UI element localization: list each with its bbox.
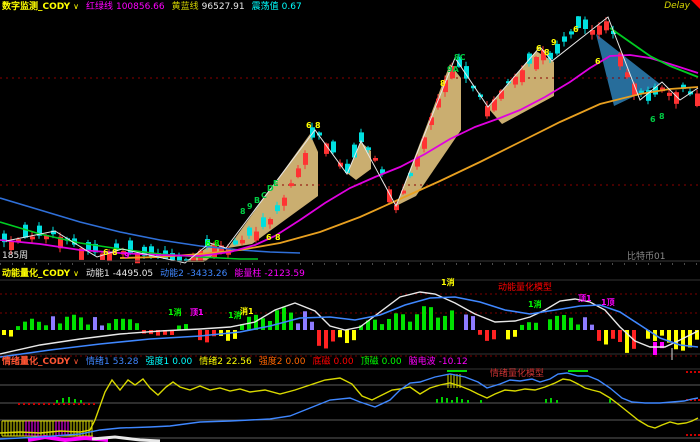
indicator-field: 脑电波-10.12 <box>409 356 468 368</box>
momentum-indicator-values: 动能1-4495.05 动能2-3433.26 能量柱-2123.59 <box>86 268 305 280</box>
trading-app-window: 数字监测_CODY ∨ 红绿线100856.66 黄蓝线96527.91 震荡值0.… <box>0 0 700 442</box>
signal-marker: 8 <box>440 80 446 88</box>
signal-marker: 8 <box>544 49 550 57</box>
signal-marker: 8 <box>240 208 246 216</box>
alert-corner-triangle-icon <box>691 0 700 9</box>
signal-marker: B <box>254 197 260 205</box>
signal-marker: 1消 <box>168 309 182 317</box>
signal-marker: 消1 <box>240 308 254 316</box>
signal-marker: 9 <box>247 203 253 211</box>
sentiment-indicator-values: 情绪153.28 强度10.00 情绪222.56 强度20.00 底磁0.00 顶磁0.… <box>86 356 468 368</box>
main-indicator-header: 数字监测_CODY ∨ 红绿线100856.66 黄蓝线96527.91 震荡值0.… <box>2 1 302 13</box>
chart-canvas[interactable] <box>0 0 700 442</box>
momentum-model-label: 动能量化模型 <box>498 283 552 293</box>
signal-marker: 6 <box>205 240 211 248</box>
indicator-field: 黄蓝线96527.91 <box>172 1 245 13</box>
symbol-label: 比特币01 <box>627 252 665 262</box>
signal-marker: 6 <box>595 58 601 66</box>
chevron-down-icon[interactable]: ∨ <box>73 268 79 280</box>
signal-marker: 6 <box>103 249 109 257</box>
delay-badge[interactable]: Delay <box>664 1 690 11</box>
signal-marker: 1消 <box>441 279 455 287</box>
indicator-field: 底磁0.00 <box>313 356 354 368</box>
indicator-field: 动能1-4495.05 <box>86 268 153 280</box>
signal-marker: 8 <box>214 240 220 248</box>
sentiment-indicator-header: 情绪量化_CODY ∨ 情绪153.28 强度10.00 情绪222.56 强度20.… <box>2 356 468 368</box>
indicator-field: 强度10.00 <box>145 356 192 368</box>
momentum-indicator-title[interactable]: 动能量化_CODY <box>2 268 70 280</box>
signal-marker: 8 <box>659 113 665 121</box>
sentiment-model-label: 情绪量化模型 <box>490 369 544 379</box>
signal-marker: C <box>261 192 267 200</box>
signal-marker: 6 <box>536 45 542 53</box>
signal-marker: 顶1 <box>190 309 204 317</box>
signal-marker: 8 <box>315 122 321 130</box>
indicator-field: 震荡值0.67 <box>252 1 302 13</box>
main-indicator-values: 红绿线100856.66 黄蓝线96527.91 震荡值0.67 <box>86 1 302 13</box>
signal-marker: E <box>273 180 278 188</box>
main-indicator-title[interactable]: 数字监测_CODY <box>2 1 70 13</box>
signal-marker: 6 <box>573 26 579 34</box>
signal-marker: 6 <box>650 116 656 124</box>
indicator-field: 情绪153.28 <box>86 356 139 368</box>
indicator-field: 强度20.00 <box>259 356 306 368</box>
signal-marker: 8 <box>112 249 118 257</box>
signal-marker: 1顶 <box>601 299 615 307</box>
momentum-indicator-header: 动能量化_CODY ∨ 动能1-4495.05 动能2-3433.26 能量柱-21… <box>2 268 305 280</box>
signal-marker: 6 <box>306 122 312 130</box>
indicator-field: 情绪222.56 <box>199 356 252 368</box>
signal-marker: 8 <box>275 234 281 242</box>
indicator-field: 顶磁0.00 <box>361 356 402 368</box>
signal-marker: 9 <box>551 39 557 47</box>
signal-marker: 8C <box>454 54 465 62</box>
signal-marker: 9A <box>447 66 459 74</box>
sentiment-indicator-title[interactable]: 情绪量化_CODY <box>2 356 70 368</box>
signal-marker: 1消 <box>528 301 542 309</box>
signal-marker: 6 <box>266 234 272 242</box>
indicator-field: 能量柱-2123.59 <box>234 268 304 280</box>
signal-marker: 顶1 <box>578 295 592 303</box>
period-label: 185周 <box>2 251 28 261</box>
indicator-field: 红绿线100856.66 <box>86 1 165 13</box>
chevron-down-icon[interactable]: ∨ <box>73 1 79 13</box>
indicator-field: 动能2-3433.26 <box>160 268 227 280</box>
chevron-down-icon[interactable]: ∨ <box>73 356 79 368</box>
signal-marker: 9 <box>124 252 130 260</box>
